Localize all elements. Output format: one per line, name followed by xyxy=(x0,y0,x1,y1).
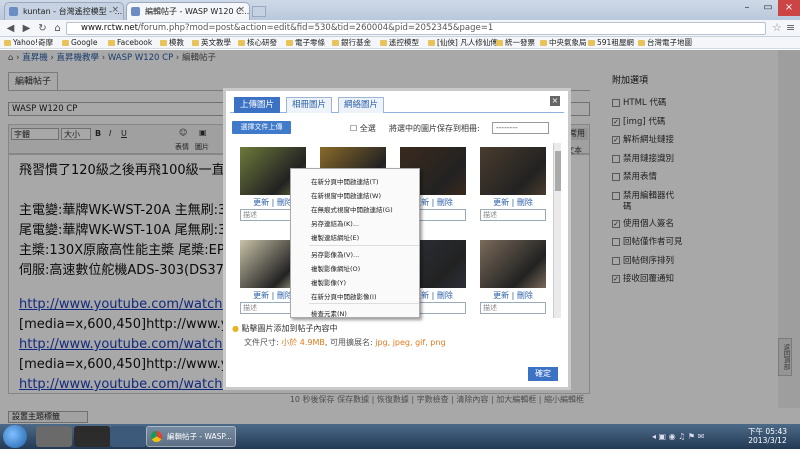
dialog-tabs: 上傳圖片 相冊圖片 網絡圖片 xyxy=(230,95,564,113)
bookmark-item[interactable]: 591租屋網 xyxy=(588,37,634,49)
forward-icon[interactable]: ▶ xyxy=(20,22,33,35)
explorer-icon[interactable] xyxy=(36,426,72,447)
context-menu-item[interactable]: 在新分頁中開啟連結(T) xyxy=(311,176,379,186)
home-icon[interactable]: ⌂ xyxy=(51,22,64,35)
chrome-taskbar-button[interactable]: 編輯帖子 - WASP... xyxy=(146,426,236,447)
bookmark-item[interactable]: 台灣電子地圖 xyxy=(638,37,692,49)
bookmarks-bar: Yahoo!奇摩 Google Facebook 模教 英文教學 核心研發 電子… xyxy=(0,37,800,49)
context-menu-item[interactable]: 另存連結為(K)... xyxy=(311,218,359,228)
select-all-checkbox[interactable]: ☐ 全選 xyxy=(350,123,376,134)
bookmark-item[interactable]: Google xyxy=(62,37,97,49)
close-tab-icon[interactable]: × xyxy=(111,5,119,15)
dialog-scrollbar[interactable] xyxy=(553,143,561,318)
context-menu-item[interactable]: 複製連結網址(E) xyxy=(311,232,359,242)
bookmark-item[interactable]: Facebook xyxy=(108,37,152,49)
clock[interactable]: 下午 05:43 2013/3/12 xyxy=(748,427,787,445)
delete-photo-link[interactable]: 刪除 xyxy=(437,291,453,300)
menu-separator xyxy=(309,303,419,304)
file-size-info: 文件尺寸: 小於 4.9MB, 可用擴展名: jpg, jpeg, gif, p… xyxy=(244,338,446,347)
maximize-icon[interactable]: ▭ xyxy=(757,0,779,16)
context-menu-item[interactable]: 另存影像為(V)... xyxy=(311,249,359,259)
app-icon[interactable] xyxy=(74,426,110,447)
bookmark-item[interactable]: 核心研發 xyxy=(238,37,277,49)
bookmark-item[interactable]: 中央氣象局 xyxy=(540,37,587,49)
favicon-icon xyxy=(9,7,18,16)
minimize-icon[interactable]: – xyxy=(736,0,758,16)
bookmark-item[interactable]: 模教 xyxy=(160,37,184,49)
confirm-button[interactable]: 確定 xyxy=(528,367,558,381)
context-menu-item[interactable]: 複製影像(Y) xyxy=(311,277,346,287)
browser-tab-edit-post[interactable]: 編輯帖子 - WASP W120 C... × xyxy=(126,2,250,20)
album-select[interactable]: -------- xyxy=(492,122,549,134)
delete-photo-link[interactable]: 刪除 xyxy=(517,198,533,207)
paint-icon[interactable] xyxy=(110,426,146,447)
context-menu-item[interactable]: 複製影像網址(O) xyxy=(311,263,360,273)
delete-photo-link[interactable]: 刪除 xyxy=(437,198,453,207)
close-tab-icon[interactable]: × xyxy=(237,5,245,15)
bookmark-item[interactable]: 銀行基金 xyxy=(332,37,371,49)
browser-tab-kuntan[interactable]: kuntan - 台灣遙控模型 - ... × xyxy=(4,2,124,20)
wrench-menu-icon[interactable]: ≡ xyxy=(786,21,795,34)
photo-item[interactable]: 更新 | 刪除描述 xyxy=(480,240,546,318)
update-photo-link[interactable]: 更新 xyxy=(493,291,509,300)
scroll-thumb[interactable] xyxy=(555,151,561,191)
lightbulb-icon: ● xyxy=(232,324,239,333)
bookmark-item[interactable]: 統一發票 xyxy=(496,37,535,49)
bookmark-item[interactable]: [仙俠] 凡人修仙傳 xyxy=(428,37,498,49)
photo-actions: 更新 | 刪除 xyxy=(493,291,533,300)
system-tray-icons[interactable]: ◂ ▣ ◉ ♫ ⚑ ✉ xyxy=(652,432,704,441)
delete-photo-link[interactable]: 刪除 xyxy=(517,291,533,300)
browser-tab-strip: kuntan - 台灣遙控模型 - ... × 編輯帖子 - WASP W120… xyxy=(0,0,800,20)
tab-label: kuntan - 台灣遙控模型 - ... xyxy=(23,7,123,16)
context-menu-item[interactable]: 檢查元素(N) xyxy=(311,308,347,318)
address-bar-row: ◀ ▶ ↻ ⌂ www.rctw.net/forum.php?mod=post&… xyxy=(0,20,800,37)
url-input[interactable]: www.rctw.net/forum.php?mod=post&action=e… xyxy=(66,22,766,35)
context-menu-item[interactable]: 在新分頁中開啟影像(I) xyxy=(311,291,377,301)
select-file-button[interactable]: 選擇文件上傳 xyxy=(232,121,291,134)
context-menu-item[interactable]: 在無痕式視窗中開啟連結(G) xyxy=(311,204,393,214)
photo-description-input[interactable]: 描述 xyxy=(480,302,546,314)
update-photo-link[interactable]: 更新 xyxy=(493,198,509,207)
save-to-album-label: 將選中的圖片保存到相冊: xyxy=(389,124,480,133)
bookmark-item[interactable]: Yahoo!奇摩 xyxy=(4,37,53,49)
photo-actions: 更新 | 刪除 xyxy=(493,198,533,207)
context-menu: 在新分頁中開啟連結(T) 在新視窗中開啟連結(W) 在無痕式視窗中開啟連結(G) 另存… xyxy=(290,168,420,318)
bookmark-item[interactable]: 英文教學 xyxy=(192,37,231,49)
photo-thumbnail[interactable] xyxy=(480,147,546,195)
new-tab-button[interactable] xyxy=(252,6,266,17)
tab-upload-images[interactable]: 上傳圖片 xyxy=(234,97,281,113)
taskbar: 編輯帖子 - WASP... ◂ ▣ ◉ ♫ ⚑ ✉ 下午 05:43 2013/… xyxy=(0,424,800,449)
insert-tip: ● 點擊圖片添加到帖子內容中 xyxy=(232,324,338,333)
close-icon[interactable]: × xyxy=(550,96,560,106)
menu-separator xyxy=(309,245,419,246)
photo-description-input[interactable]: 描述 xyxy=(480,209,546,221)
bookmark-item[interactable]: 遙控模型 xyxy=(380,37,419,49)
back-icon[interactable]: ◀ xyxy=(4,22,17,35)
tab-label: 編輯帖子 - WASP W120 C... xyxy=(145,7,250,16)
bookmark-star-icon[interactable]: ☆ xyxy=(772,21,782,34)
close-window-icon[interactable]: × xyxy=(778,0,800,16)
photo-thumbnail[interactable] xyxy=(480,240,546,288)
reload-icon[interactable]: ↻ xyxy=(36,22,49,35)
photo-item[interactable]: 更新 | 刪除描述 xyxy=(480,147,546,227)
context-menu-item[interactable]: 在新視窗中開啟連結(W) xyxy=(311,190,381,200)
update-photo-link[interactable]: 更新 xyxy=(253,198,269,207)
start-button[interactable] xyxy=(3,425,27,448)
tab-album-images[interactable]: 相冊圖片 xyxy=(286,97,333,113)
favicon-icon xyxy=(131,7,140,16)
bookmark-item[interactable]: 電子零條 xyxy=(286,37,325,49)
tab-web-images[interactable]: 網絡圖片 xyxy=(338,97,385,113)
update-photo-link[interactable]: 更新 xyxy=(253,291,269,300)
